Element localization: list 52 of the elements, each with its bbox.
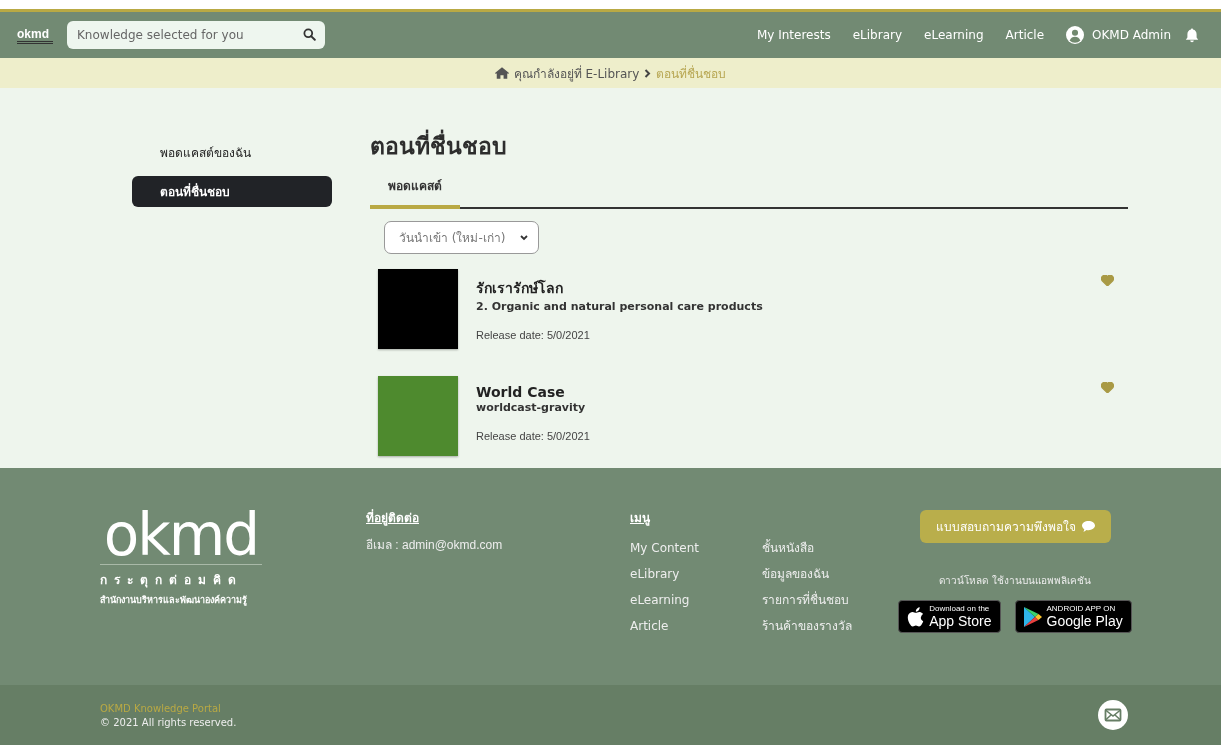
footer-logo-wordmark: okmd [100, 508, 262, 565]
sidebar-item[interactable]: พอดแคสต์ของฉัน [132, 137, 332, 168]
footer-link[interactable]: eLibrary [630, 561, 762, 587]
breadcrumb-current: ตอนที่ชื่นชอบ [656, 64, 727, 83]
episode-title: worldcast-gravity [476, 401, 587, 414]
apple-icon [907, 606, 925, 627]
chevron-right-icon [644, 68, 652, 78]
contact-heading: ที่อยู่ติดต่อ [366, 508, 420, 527]
site-logo[interactable]: okmd [17, 26, 53, 44]
download-app-text: ดาวน์โหลด ใช้งานบนแอพพลิเคชัน [939, 574, 1091, 588]
search-icon[interactable] [303, 28, 316, 41]
footer-link[interactable]: ข้อมูลของฉัน [762, 561, 900, 587]
logo-tagline: กระตุกต่อมคิด [100, 572, 244, 589]
podcast-title[interactable]: World Case [476, 384, 1101, 400]
release-date: Release date: 5/0/2021 [476, 430, 591, 442]
play-triangle-icon [1023, 606, 1042, 627]
tab[interactable]: พอดแคสต์ [370, 168, 460, 209]
release-date: Release date: 5/0/2021 [476, 329, 591, 341]
survey-button[interactable]: แบบสอบถามความพึงพอใจ [919, 510, 1111, 543]
home-icon[interactable] [494, 67, 509, 79]
nav-link[interactable]: Article [1005, 28, 1045, 42]
sidebar-item[interactable]: ตอนที่ชื่นชอบ [132, 176, 332, 207]
sort-dropdown[interactable]: วันนำเข้า (ใหม่-เก่า) [384, 221, 539, 254]
footer-link[interactable]: รายการที่ชื่นชอบ [762, 587, 900, 613]
episode-title: 2. Organic and natural personal care products [476, 300, 764, 313]
nav-link[interactable]: eLearning [924, 28, 984, 42]
portal-name: OKMD Knowledge Portal [100, 702, 222, 714]
mail-icon[interactable] [1098, 700, 1128, 730]
footer-link[interactable]: eLearning [630, 587, 762, 613]
nav-link[interactable]: eLibrary [852, 28, 903, 42]
chevron-down-icon [520, 234, 528, 241]
breadcrumb-link[interactable]: คุณกำลังอยู่ที่ E-Library [513, 63, 640, 83]
heart-icon[interactable] [1101, 275, 1114, 286]
user-name-link[interactable]: OKMD Admin [1092, 28, 1171, 42]
agency-name: สำนักงานบริหารและพัฒนาองค์ความรู้ [100, 593, 248, 607]
contact-email: อีเมล : admin@okmd.com [366, 537, 504, 554]
podcast-title[interactable]: รักเรารักษ์โลก [476, 277, 1101, 299]
footer-link[interactable]: ร้านค้าของรางวัล [762, 613, 900, 639]
app-store-badge[interactable]: ANDROID APP ON Google Play [1014, 600, 1132, 633]
heart-icon[interactable] [1101, 382, 1114, 393]
menu-heading: เมนู [630, 510, 651, 527]
copyright-text: © 2021 All rights reserved. [100, 716, 237, 728]
bell-icon[interactable] [1185, 27, 1199, 43]
app-store-badge[interactable]: Download on the App Store [898, 600, 1001, 633]
footer-link[interactable]: Article [630, 613, 762, 639]
page-title: ตอนที่ชื่นชอบ [370, 128, 1128, 164]
footer-link[interactable]: ชั้นหนังสือ [762, 535, 900, 561]
search-field[interactable]: Knowledge selected for you [67, 21, 325, 49]
footer-link[interactable]: My Content [630, 535, 762, 561]
user-avatar-icon[interactable] [1066, 26, 1085, 44]
nav-link[interactable]: My Interests [756, 28, 831, 42]
chat-bubble-icon [1081, 521, 1095, 532]
